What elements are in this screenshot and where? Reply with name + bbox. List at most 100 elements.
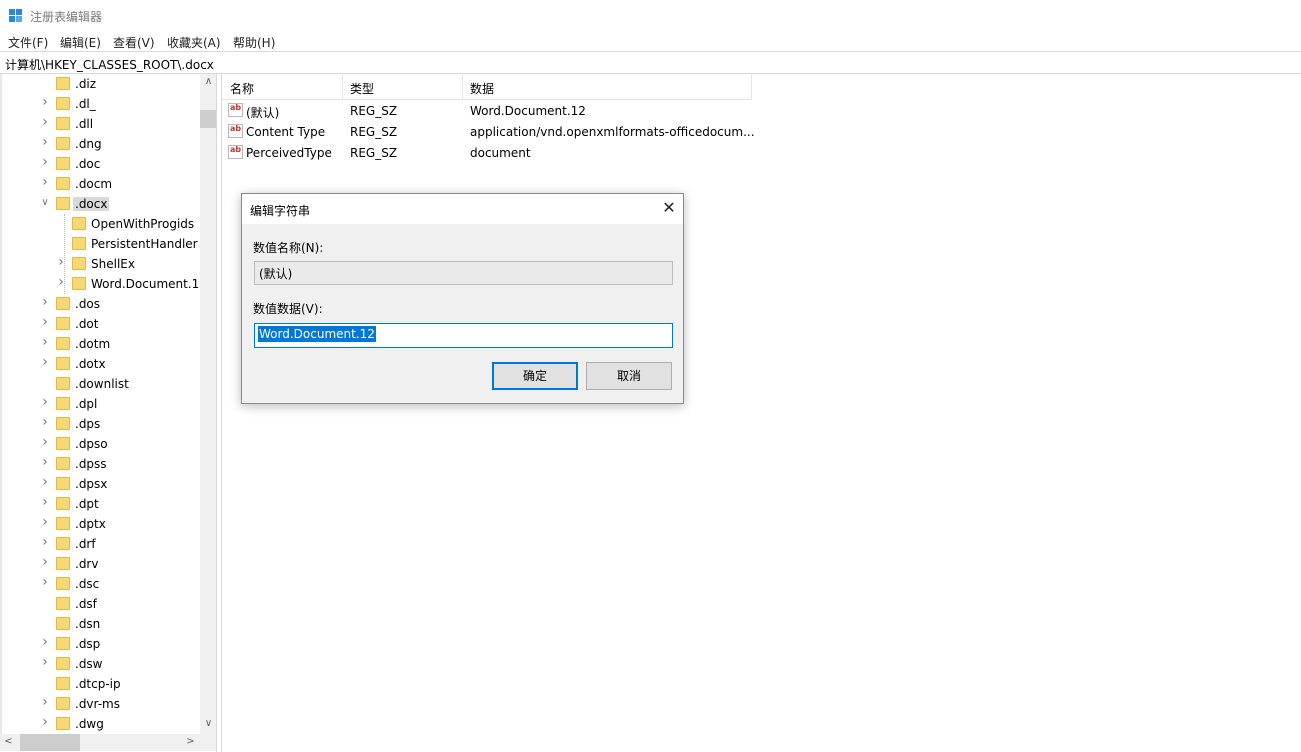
value-row[interactable]: ab PerceivedType REG_SZ document [222,142,822,163]
tree-item-label: .dtcp-ip [75,677,121,691]
tree-item[interactable]: › .dl_ [0,94,200,114]
folder-icon [56,497,70,510]
expand-chevron-icon[interactable]: › [40,434,50,450]
tree-item[interactable]: › .dos [0,294,200,314]
tree-item-label: .dotx [75,357,106,371]
collapse-chevron-icon[interactable]: ∨ [40,197,50,208]
folder-icon [56,437,70,450]
tree-item[interactable]: › .dng [0,134,200,154]
expand-chevron-icon[interactable]: › [40,574,50,590]
expand-chevron-icon[interactable]: › [40,554,50,570]
tree-item[interactable]: › .dot [0,314,200,334]
tree-item[interactable]: › Word.Document.12 [0,274,207,294]
tree-item[interactable]: › .docm [0,174,200,194]
scroll-down-icon[interactable]: ∨ [200,718,216,729]
expand-chevron-icon[interactable]: › [40,294,50,310]
expand-chevron-icon[interactable]: › [40,634,50,650]
expand-chevron-icon[interactable]: › [40,454,50,470]
address-bar[interactable]: 计算机\HKEY_CLASSES_ROOT\.docx [0,51,1301,74]
tree-item[interactable]: .downlist [0,374,200,394]
tree-item[interactable]: › .dsp [0,634,200,654]
tree-item[interactable]: › .dpso [0,434,200,454]
tree-vertical-scroll-thumb[interactable] [200,110,216,128]
expand-chevron-icon[interactable]: › [40,94,50,110]
menu-help[interactable]: 帮助(H) [233,34,275,51]
column-separator[interactable] [751,74,752,99]
title-bar: 注册表编辑器 [0,0,1301,31]
tree-item[interactable]: › .dpt [0,494,200,514]
tree-item[interactable]: › .dotm [0,334,200,354]
tree-item[interactable]: › .dvr-ms [0,694,200,714]
column-name-header[interactable]: 名称 [230,80,254,97]
ok-button[interactable]: 确定 [492,362,578,390]
tree-item[interactable]: .diz [0,74,200,94]
expand-chevron-icon[interactable]: › [40,694,50,710]
scroll-up-icon[interactable]: ∧ [200,76,216,87]
tree-vertical-scrollbar[interactable]: ∧ ∨ [200,74,216,734]
tree-item[interactable]: › .doc [0,154,200,174]
expand-chevron-icon[interactable]: › [40,314,50,330]
tree-item[interactable]: .dsn [0,614,200,634]
tree-item[interactable]: › .drv [0,554,200,574]
folder-icon [56,397,70,410]
value-data: application/vnd.openxmlformats-officedoc… [470,125,755,139]
expand-chevron-icon[interactable]: › [40,174,50,190]
scroll-left-icon[interactable]: < [0,736,17,747]
expand-chevron-icon[interactable]: › [40,134,50,150]
expand-chevron-icon[interactable]: › [40,394,50,410]
tree-item[interactable]: › .dpsx [0,474,200,494]
value-data-text[interactable]: Word.Document.12 [258,326,376,342]
tree-item[interactable]: ∨ .docx [0,194,200,214]
expand-chevron-icon[interactable]: › [40,154,50,170]
tree-item[interactable]: .dtcp-ip [0,674,200,694]
value-row[interactable]: ab (默认) REG_SZ Word.Document.12 [222,100,822,121]
folder-icon [56,117,70,130]
tree-item[interactable]: PersistentHandler [0,234,200,254]
expand-chevron-icon[interactable]: › [40,514,50,530]
menu-file[interactable]: 文件(F) [8,34,48,51]
column-separator[interactable] [342,74,343,99]
expand-chevron-icon[interactable]: › [40,354,50,370]
tree-item-label: .dps [75,417,101,431]
tree-item[interactable]: › .dptx [0,514,200,534]
tree-item[interactable]: .dsf [0,594,200,614]
address-path[interactable]: 计算机\HKEY_CLASSES_ROOT\.docx [5,56,214,73]
dialog-title: 编辑字符串 [250,204,311,218]
expand-chevron-icon[interactable]: › [40,334,50,350]
values-list-pane: 名称 类型 数据 ab (默认) REG_SZ Word.Document.12… [221,74,1301,752]
tree-item[interactable]: › .dotx [0,354,200,374]
tree-item[interactable]: › .dwg [0,714,200,734]
tree-item[interactable]: › .drf [0,534,200,554]
tree-item[interactable]: › .dps [0,414,200,434]
tree-item[interactable]: › ShellEx [0,254,200,274]
scroll-right-icon[interactable]: > [182,736,199,747]
tree-item[interactable]: › .dsc [0,574,200,594]
value-data-field[interactable]: Word.Document.12 [254,323,673,348]
value-row[interactable]: ab Content Type REG_SZ application/vnd.o… [222,121,822,142]
expand-chevron-icon[interactable]: › [40,534,50,550]
column-type-header[interactable]: 类型 [350,80,374,97]
tree-horizontal-scroll-thumb[interactable] [20,734,80,751]
column-data-header[interactable]: 数据 [470,80,494,97]
tree-item[interactable]: › .dll [0,114,200,134]
tree-item[interactable]: OpenWithProgids [0,214,200,234]
tree-item[interactable]: › .dpl [0,394,200,414]
expand-chevron-icon[interactable]: › [40,714,50,730]
menu-edit[interactable]: 编辑(E) [60,34,101,51]
expand-chevron-icon[interactable]: › [40,114,50,130]
tree-horizontal-scrollbar[interactable]: < > [0,734,200,751]
expand-chevron-icon[interactable]: › [40,654,50,670]
string-value-icon: ab [228,103,243,117]
expand-chevron-icon[interactable]: › [40,474,50,490]
tree-item-label: .docm [75,177,113,191]
menu-view[interactable]: 查看(V) [113,34,155,51]
cancel-button[interactable]: 取消 [586,362,672,390]
expand-chevron-icon[interactable]: › [40,414,50,430]
tree-item[interactable]: › .dpss [0,454,200,474]
close-icon[interactable]: ✕ [660,198,678,218]
expand-chevron-icon[interactable]: › [40,494,50,510]
dialog-title-bar[interactable]: 编辑字符串 ✕ [242,194,683,224]
column-separator[interactable] [462,74,463,99]
tree-item[interactable]: › .dsw [0,654,200,674]
menu-favorites[interactable]: 收藏夹(A) [167,34,221,51]
